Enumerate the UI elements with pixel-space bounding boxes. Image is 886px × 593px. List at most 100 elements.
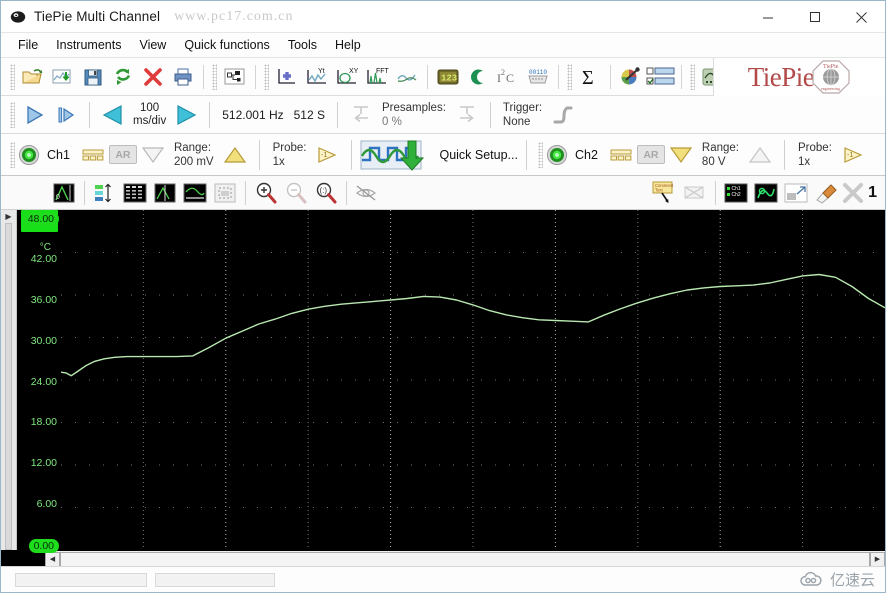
svg-text:0: 0 (56, 194, 60, 201)
ch1-range-up-icon[interactable] (219, 140, 251, 170)
ch1-range-value: 200 mV (173, 155, 214, 168)
ch2-led-icon[interactable] (546, 144, 568, 166)
ch2-range-down-icon[interactable] (665, 140, 697, 170)
presamples-field[interactable]: Presamples: 0 % (377, 101, 451, 129)
ch1-range-down-icon[interactable] (137, 140, 169, 170)
add-icon[interactable] (272, 62, 302, 92)
curve-icon[interactable] (751, 179, 781, 207)
toolbar-grip[interactable] (10, 63, 15, 90)
quick-setup-icon (360, 140, 425, 171)
ch2-range-label: Range: (701, 141, 740, 154)
plot-horizontal-scrollbar[interactable]: ◀ ▶ (1, 550, 885, 568)
toolbar-grip-5[interactable] (690, 63, 695, 90)
open-icon[interactable] (18, 62, 48, 92)
close-button[interactable] (838, 1, 885, 33)
serial-icon[interactable]: 00110 (523, 62, 553, 92)
ch1-probe-field[interactable]: Probe: 1x (268, 141, 312, 169)
zoom-out-icon[interactable] (281, 179, 311, 207)
no-comment-icon[interactable] (680, 179, 710, 207)
xy-graph-icon[interactable]: XY (332, 62, 362, 92)
ch1-probe-icon[interactable]: -1 (311, 140, 343, 170)
select-area-icon[interactable] (210, 179, 240, 207)
toolbar-grip-4[interactable] (567, 63, 572, 90)
ch2-range-field[interactable]: Range: 80 V (697, 141, 744, 169)
protocol-c-icon[interactable] (463, 62, 493, 92)
fft-graph-icon[interactable]: FFT (362, 62, 392, 92)
scope-toolbar: 0 (:) Comment Text Ch1 Ch2 1 (1, 176, 885, 210)
menu-instruments[interactable]: Instruments (47, 35, 130, 55)
meter-display-icon[interactable]: 123 (433, 62, 463, 92)
chan-grip[interactable] (10, 141, 15, 168)
delete-icon[interactable] (138, 62, 168, 92)
average-icon[interactable] (180, 179, 210, 207)
sample-rate-value[interactable]: 512.001 Hz (217, 108, 288, 122)
ch2-probe-icon[interactable]: -1 (837, 140, 869, 170)
hide-icon[interactable] (352, 179, 382, 207)
record-length-value[interactable]: 512 S (289, 108, 330, 122)
ch2-ar-badge[interactable]: AR (636, 145, 665, 164)
menu-view[interactable]: View (130, 35, 175, 55)
quick-setup-button[interactable]: Quick Setup... (360, 138, 518, 172)
zoom-in-icon[interactable] (251, 179, 281, 207)
timebase-increase-button[interactable] (170, 100, 202, 130)
refresh-icon[interactable] (108, 62, 138, 92)
peak-icon[interactable] (150, 179, 180, 207)
minimize-button[interactable] (744, 1, 791, 33)
toolbar-divider-6 (681, 64, 682, 89)
menu-file[interactable]: File (9, 35, 47, 55)
waveform-chart[interactable] (61, 210, 885, 550)
ctrl-grip[interactable] (10, 101, 15, 128)
plot-area[interactable] (61, 210, 885, 550)
trend-graph-icon[interactable] (392, 62, 422, 92)
ch1-led-icon[interactable] (18, 144, 40, 166)
trigger-slope-icon[interactable] (547, 100, 579, 130)
menu-help[interactable]: Help (326, 35, 370, 55)
rail-track[interactable] (5, 223, 12, 550)
ch1-coupling-icon[interactable] (77, 140, 109, 170)
ch2-range-up-icon[interactable] (744, 140, 776, 170)
toolbar-grip-3[interactable] (264, 63, 269, 90)
scroll-right-button[interactable]: ▶ (870, 551, 885, 567)
presamples-decrease-button[interactable] (345, 100, 377, 130)
i2c-icon[interactable]: I 2 C (493, 62, 523, 92)
sum-icon[interactable]: Σ (575, 62, 605, 92)
legend-icon[interactable]: Ch1 Ch2 (721, 179, 751, 207)
checklist-icon[interactable] (646, 62, 676, 92)
autosetup-icon[interactable]: 0 (49, 179, 79, 207)
eraser-icon[interactable] (811, 179, 841, 207)
ch1-ar-badge[interactable]: AR (108, 145, 137, 164)
image-export-icon[interactable] (781, 179, 811, 207)
color-palette-icon[interactable] (616, 62, 646, 92)
menu-quick-functions[interactable]: Quick functions (175, 35, 278, 55)
levels-icon[interactable] (90, 179, 120, 207)
clear-icon[interactable] (841, 179, 867, 207)
menu-tools[interactable]: Tools (279, 35, 326, 55)
import-data-icon[interactable] (48, 62, 78, 92)
record-button[interactable] (18, 100, 50, 130)
ch1-range-field[interactable]: Range: 200 mV (169, 141, 219, 169)
single-shot-button[interactable] (50, 100, 82, 130)
svg-text:Text: Text (655, 188, 664, 193)
timebase-decrease-button[interactable] (97, 100, 129, 130)
scope-divider-2 (245, 180, 246, 205)
yt-graph-icon[interactable]: Yt (302, 62, 332, 92)
object-tree-icon[interactable] (220, 62, 250, 92)
y-axis[interactable]: 0.00 6.00 12.00 18.00 24.00 30.00 36.00 42.00 48… (17, 210, 61, 553)
ch2-probe-field[interactable]: Probe: 1x (793, 141, 837, 169)
ctrl-divider-1 (89, 101, 90, 128)
maximize-button[interactable] (791, 1, 838, 33)
ch2-coupling-icon[interactable] (605, 140, 637, 170)
save-icon[interactable] (78, 62, 108, 92)
scroll-left-button[interactable]: ◀ (45, 551, 60, 567)
ch2-grip[interactable] (537, 141, 543, 168)
toolbar-grip-2[interactable] (212, 63, 217, 90)
zoom-fit-icon[interactable]: (:) (311, 179, 341, 207)
comment-icon[interactable]: Comment Text (650, 179, 680, 207)
timebase-value[interactable]: 100 ms/div (129, 102, 170, 128)
table-icon[interactable] (120, 179, 150, 207)
rail-expand-icon[interactable]: ▶ (5, 212, 11, 221)
scroll-thumb[interactable] (60, 551, 870, 567)
print-icon[interactable] (168, 62, 198, 92)
trigger-field[interactable]: Trigger: None (498, 101, 547, 129)
presamples-increase-button[interactable] (451, 100, 483, 130)
